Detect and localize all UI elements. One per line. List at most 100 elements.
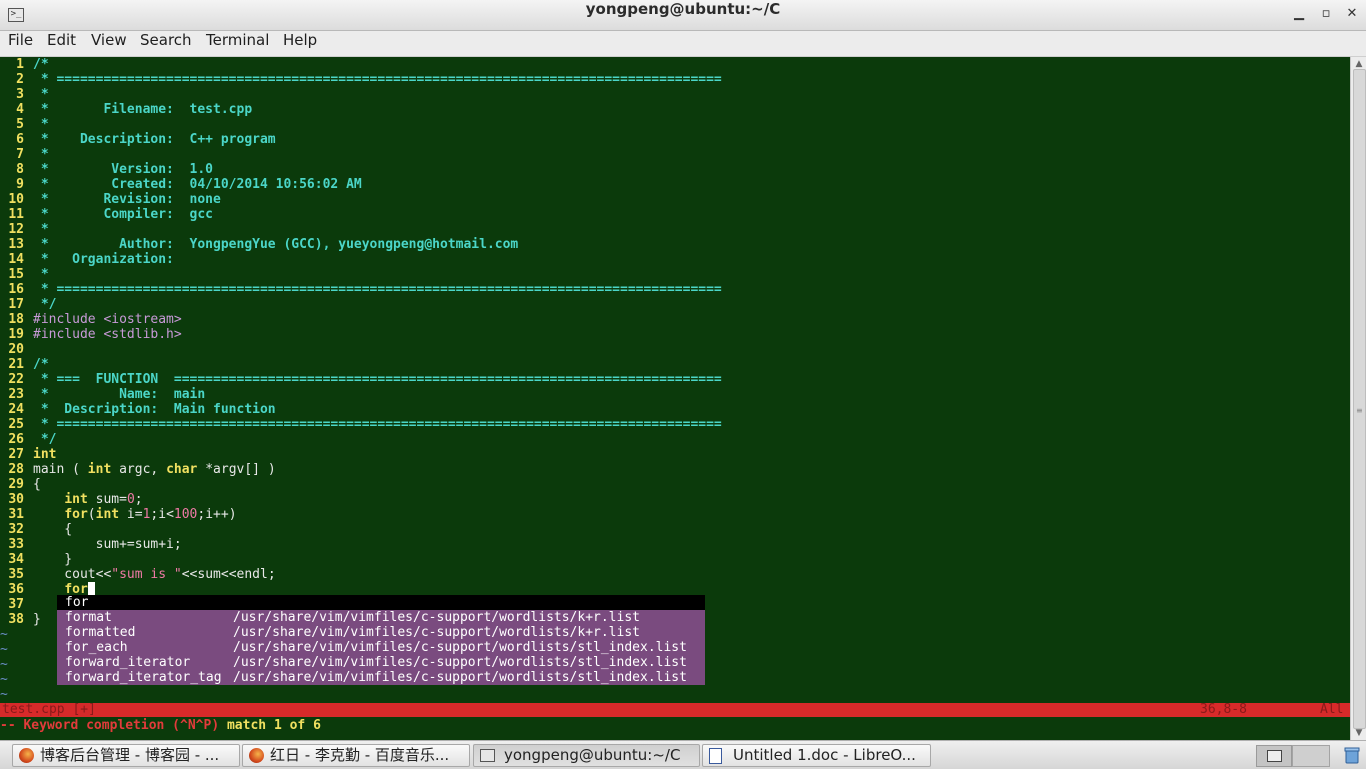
completion-item-selected[interactable]: for bbox=[57, 595, 705, 610]
completion-item[interactable]: formatted/usr/share/vim/vimfiles/c-suppo… bbox=[57, 625, 705, 640]
menu-file[interactable]: File bbox=[8, 31, 33, 49]
maximize-button[interactable]: ▫ bbox=[1317, 6, 1335, 24]
terminal-icon bbox=[480, 749, 495, 762]
code-token: * ======================================… bbox=[33, 72, 722, 87]
code-token: * Name: main bbox=[33, 387, 206, 402]
completion-item[interactable]: for_each/usr/share/vim/vimfiles/c-suppor… bbox=[57, 640, 705, 655]
workspace-switcher[interactable] bbox=[1256, 745, 1292, 767]
code-text: } bbox=[33, 612, 41, 627]
code-token: int bbox=[87, 462, 112, 477]
code-token: ; bbox=[134, 492, 143, 507]
code-token: cout<< bbox=[33, 567, 112, 582]
terminal-area[interactable]: 1 /* 2 * =================================… bbox=[0, 57, 1350, 740]
code-text: int bbox=[33, 447, 56, 462]
code-text: * bbox=[33, 147, 49, 162]
empty-line-marker: ~ bbox=[0, 687, 8, 702]
code-token: * bbox=[33, 267, 49, 282]
completion-item[interactable]: forward_iterator_tag/usr/share/vim/vimfi… bbox=[57, 670, 705, 685]
task-libreoffice[interactable]: Untitled 1.doc - LibreO... bbox=[702, 744, 931, 767]
completion-source: /usr/share/vim/vimfiles/c-support/wordli… bbox=[233, 655, 687, 670]
line-number: 8 bbox=[16, 162, 24, 177]
line-number: 14 bbox=[8, 252, 24, 267]
line-number: 3 bbox=[16, 87, 24, 102]
line-number: 10 bbox=[8, 192, 24, 207]
code-token: sum+=sum+i; bbox=[33, 537, 182, 552]
line-number: 33 bbox=[8, 537, 24, 552]
vim-statusline: test.cpp [+] 36,8-8 All bbox=[0, 703, 1350, 717]
line-number: 32 bbox=[8, 522, 24, 537]
completion-source: /usr/share/vim/vimfiles/c-support/wordli… bbox=[233, 625, 640, 640]
line-number: 35 bbox=[8, 567, 24, 582]
line-number: 24 bbox=[8, 402, 24, 417]
completion-popup[interactable]: for format/usr/share/vim/vimfiles/c-suppo… bbox=[57, 595, 705, 685]
code-text: * bbox=[33, 222, 49, 237]
line-number: 27 bbox=[8, 447, 24, 462]
completion-word: forward_iterator bbox=[65, 655, 191, 670]
document-icon bbox=[709, 748, 722, 764]
line-number: 38 bbox=[8, 612, 24, 627]
code-text: { bbox=[33, 477, 41, 492]
code-token: char bbox=[166, 462, 198, 477]
task-baidu-music[interactable]: 红日 - 李克勤 - 百度音乐... bbox=[242, 744, 470, 767]
empty-line-marker: ~ bbox=[0, 642, 8, 657]
code-text: main ( int argc, char *argv[] ) bbox=[33, 462, 276, 477]
scroll-down-arrow-icon[interactable]: ▼ bbox=[1354, 728, 1364, 738]
code-text: * Description: Main function bbox=[33, 402, 276, 417]
menu-search[interactable]: Search bbox=[140, 31, 192, 49]
menu-terminal[interactable]: Terminal bbox=[206, 31, 269, 49]
code-token: ;i++) bbox=[197, 507, 237, 522]
code-text: * bbox=[33, 267, 49, 282]
code-text: /* bbox=[33, 57, 49, 72]
scrollbar-thumb[interactable]: ≡ bbox=[1353, 69, 1366, 729]
completion-source: /usr/share/vim/vimfiles/c-support/wordli… bbox=[233, 610, 640, 625]
minimize-button[interactable]: ▁ bbox=[1290, 6, 1308, 24]
empty-line-marker: ~ bbox=[0, 672, 8, 687]
task-label: 红日 - 李克勤 - 百度音乐... bbox=[270, 746, 450, 764]
line-number: 1 bbox=[16, 57, 24, 72]
menu-view[interactable]: View bbox=[91, 31, 127, 49]
scroll-up-arrow-icon[interactable]: ▲ bbox=[1354, 59, 1364, 69]
completion-source: /usr/share/vim/vimfiles/c-support/wordli… bbox=[233, 670, 687, 685]
code-text: * bbox=[33, 117, 49, 132]
completion-source: /usr/share/vim/vimfiles/c-support/wordli… bbox=[233, 640, 687, 655]
completion-item[interactable]: forward_iterator/usr/share/vim/vimfiles/… bbox=[57, 655, 705, 670]
menu-edit[interactable]: Edit bbox=[47, 31, 76, 49]
code-token: /* bbox=[33, 57, 49, 72]
line-number: 11 bbox=[8, 207, 24, 222]
statusline-percent: All bbox=[1320, 702, 1344, 717]
workspace-2[interactable] bbox=[1292, 745, 1330, 767]
code-token: */ bbox=[33, 297, 57, 312]
firefox-icon bbox=[249, 748, 264, 763]
completion-item[interactable]: format/usr/share/vim/vimfiles/c-support/… bbox=[57, 610, 705, 625]
terminal-mini-icon bbox=[1267, 750, 1282, 762]
code-text: * Filename: test.cpp bbox=[33, 102, 252, 117]
menu-help[interactable]: Help bbox=[283, 31, 317, 49]
vertical-scrollbar[interactable]: ▲ ≡ ▼ bbox=[1350, 57, 1366, 740]
close-button[interactable]: ✕ bbox=[1343, 6, 1361, 24]
trash-icon[interactable] bbox=[1342, 745, 1362, 765]
code-text: * bbox=[33, 87, 49, 102]
code-token: * Created: 04/10/2014 10:56:02 AM bbox=[33, 177, 362, 192]
code-text: * Organization: bbox=[33, 252, 174, 267]
code-token: #include <stdlib.h> bbox=[33, 327, 182, 342]
code-text: */ bbox=[33, 432, 57, 447]
code-text: #include <stdlib.h> bbox=[33, 327, 182, 342]
code-token: int bbox=[64, 492, 88, 507]
code-token: * ======================================… bbox=[33, 417, 722, 432]
line-number: 17 bbox=[8, 297, 24, 312]
empty-line-marker: ~ bbox=[0, 657, 8, 672]
code-token: i= bbox=[119, 507, 143, 522]
code-text: * Version: 1.0 bbox=[33, 162, 213, 177]
code-token: int bbox=[33, 447, 57, 462]
scrollbar-grip-icon: ≡ bbox=[1356, 406, 1363, 415]
task-terminal[interactable]: yongpeng@ubuntu:~/C bbox=[473, 744, 700, 767]
completion-word: formatted bbox=[65, 625, 136, 640]
window-titlebar[interactable]: >_ yongpeng@ubuntu:~/C ▁ ▫ ✕ bbox=[0, 0, 1366, 31]
code-text: { bbox=[33, 522, 72, 537]
completion-match-text: match 1 of 6 bbox=[226, 718, 321, 733]
task-blog-admin[interactable]: 博客后台管理 - 博客园 - ... bbox=[12, 744, 240, 767]
code-text: * Created: 04/10/2014 10:56:02 AM bbox=[33, 177, 362, 192]
code-text: * Author: YongpengYue (GCC), yueyongpeng… bbox=[33, 237, 518, 252]
